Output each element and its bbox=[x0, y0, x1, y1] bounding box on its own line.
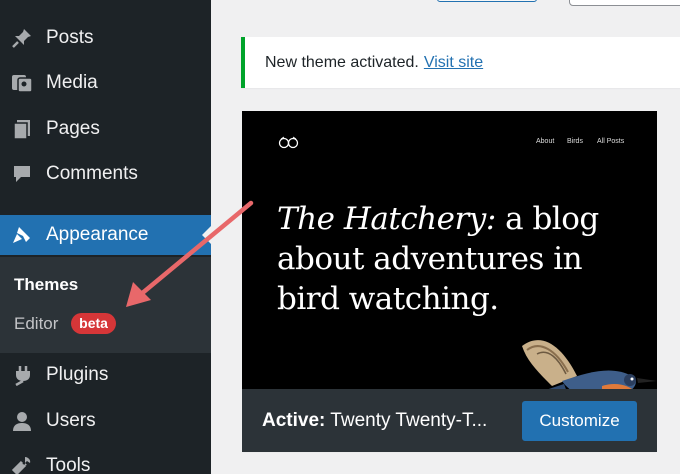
plug-icon bbox=[10, 363, 34, 387]
submenu-item-label: Editor bbox=[14, 314, 59, 333]
sidebar-item-posts[interactable]: Posts bbox=[0, 18, 211, 58]
user-icon bbox=[10, 409, 34, 433]
sidebar-item-label: Appearance bbox=[46, 224, 149, 245]
top-search-field[interactable] bbox=[569, 0, 680, 6]
notice-message: New theme activated. bbox=[265, 53, 419, 71]
sidebar-item-label: Pages bbox=[46, 118, 100, 139]
headline-italic: The Hatchery: bbox=[277, 201, 496, 237]
sidebar-item-tools[interactable]: Tools bbox=[0, 446, 211, 474]
theme-card-footer: Active: Twenty Twenty-T... Customize bbox=[242, 389, 657, 452]
pages-icon bbox=[10, 117, 34, 141]
theme-nav-about: About bbox=[536, 138, 555, 145]
sidebar-item-plugins[interactable]: Plugins bbox=[0, 355, 211, 395]
top-toolbar-button[interactable] bbox=[437, 0, 537, 2]
sidebar-item-label: Tools bbox=[46, 455, 91, 474]
theme-nav-all-posts: All Posts bbox=[597, 138, 625, 145]
comment-icon bbox=[10, 162, 34, 186]
sidebar-item-pages[interactable]: Pages bbox=[0, 109, 211, 149]
theme-logo-icon bbox=[278, 136, 299, 149]
media-icon bbox=[10, 71, 34, 95]
sidebar-item-appearance[interactable]: Appearance bbox=[0, 215, 211, 255]
sidebar-item-comments[interactable]: Comments bbox=[0, 154, 211, 194]
wrench-icon bbox=[10, 454, 34, 474]
sidebar-item-label: Media bbox=[46, 72, 98, 93]
submenu-item-editor[interactable]: Editor beta bbox=[14, 313, 116, 334]
appearance-submenu: Themes Editor beta bbox=[0, 257, 211, 353]
active-prefix: Active: bbox=[262, 409, 326, 431]
submenu-item-label: Themes bbox=[14, 275, 79, 294]
active-theme-card[interactable]: About Birds All Posts The Hatchery: a bl… bbox=[242, 111, 657, 452]
visit-site-link[interactable]: Visit site bbox=[424, 54, 483, 72]
beta-badge: beta bbox=[71, 313, 116, 334]
pushpin-icon bbox=[10, 26, 34, 50]
sidebar-item-users[interactable]: Users bbox=[0, 401, 211, 441]
sidebar-item-label: Comments bbox=[46, 163, 138, 184]
sidebar-item-label: Plugins bbox=[46, 364, 109, 385]
active-theme-title: Twenty Twenty-T... bbox=[330, 409, 488, 431]
sidebar-item-label: Users bbox=[46, 410, 96, 431]
theme-preview-headline: The Hatchery: a blog about adventures in… bbox=[277, 199, 617, 319]
theme-nav-birds: Birds bbox=[567, 138, 583, 145]
admin-sidebar: Posts Media Pages Comments Appearance Th… bbox=[0, 0, 211, 474]
customize-button[interactable]: Customize bbox=[522, 401, 637, 441]
paintbrush-icon bbox=[10, 223, 34, 247]
theme-activated-notice: New theme activated. Visit site bbox=[241, 37, 680, 88]
active-theme-name: Active: Twenty Twenty-T... bbox=[262, 410, 487, 432]
submenu-item-themes[interactable]: Themes bbox=[14, 275, 78, 295]
sidebar-item-media[interactable]: Media bbox=[0, 63, 211, 103]
sidebar-item-label: Posts bbox=[46, 27, 94, 48]
current-menu-arrow bbox=[202, 226, 211, 244]
